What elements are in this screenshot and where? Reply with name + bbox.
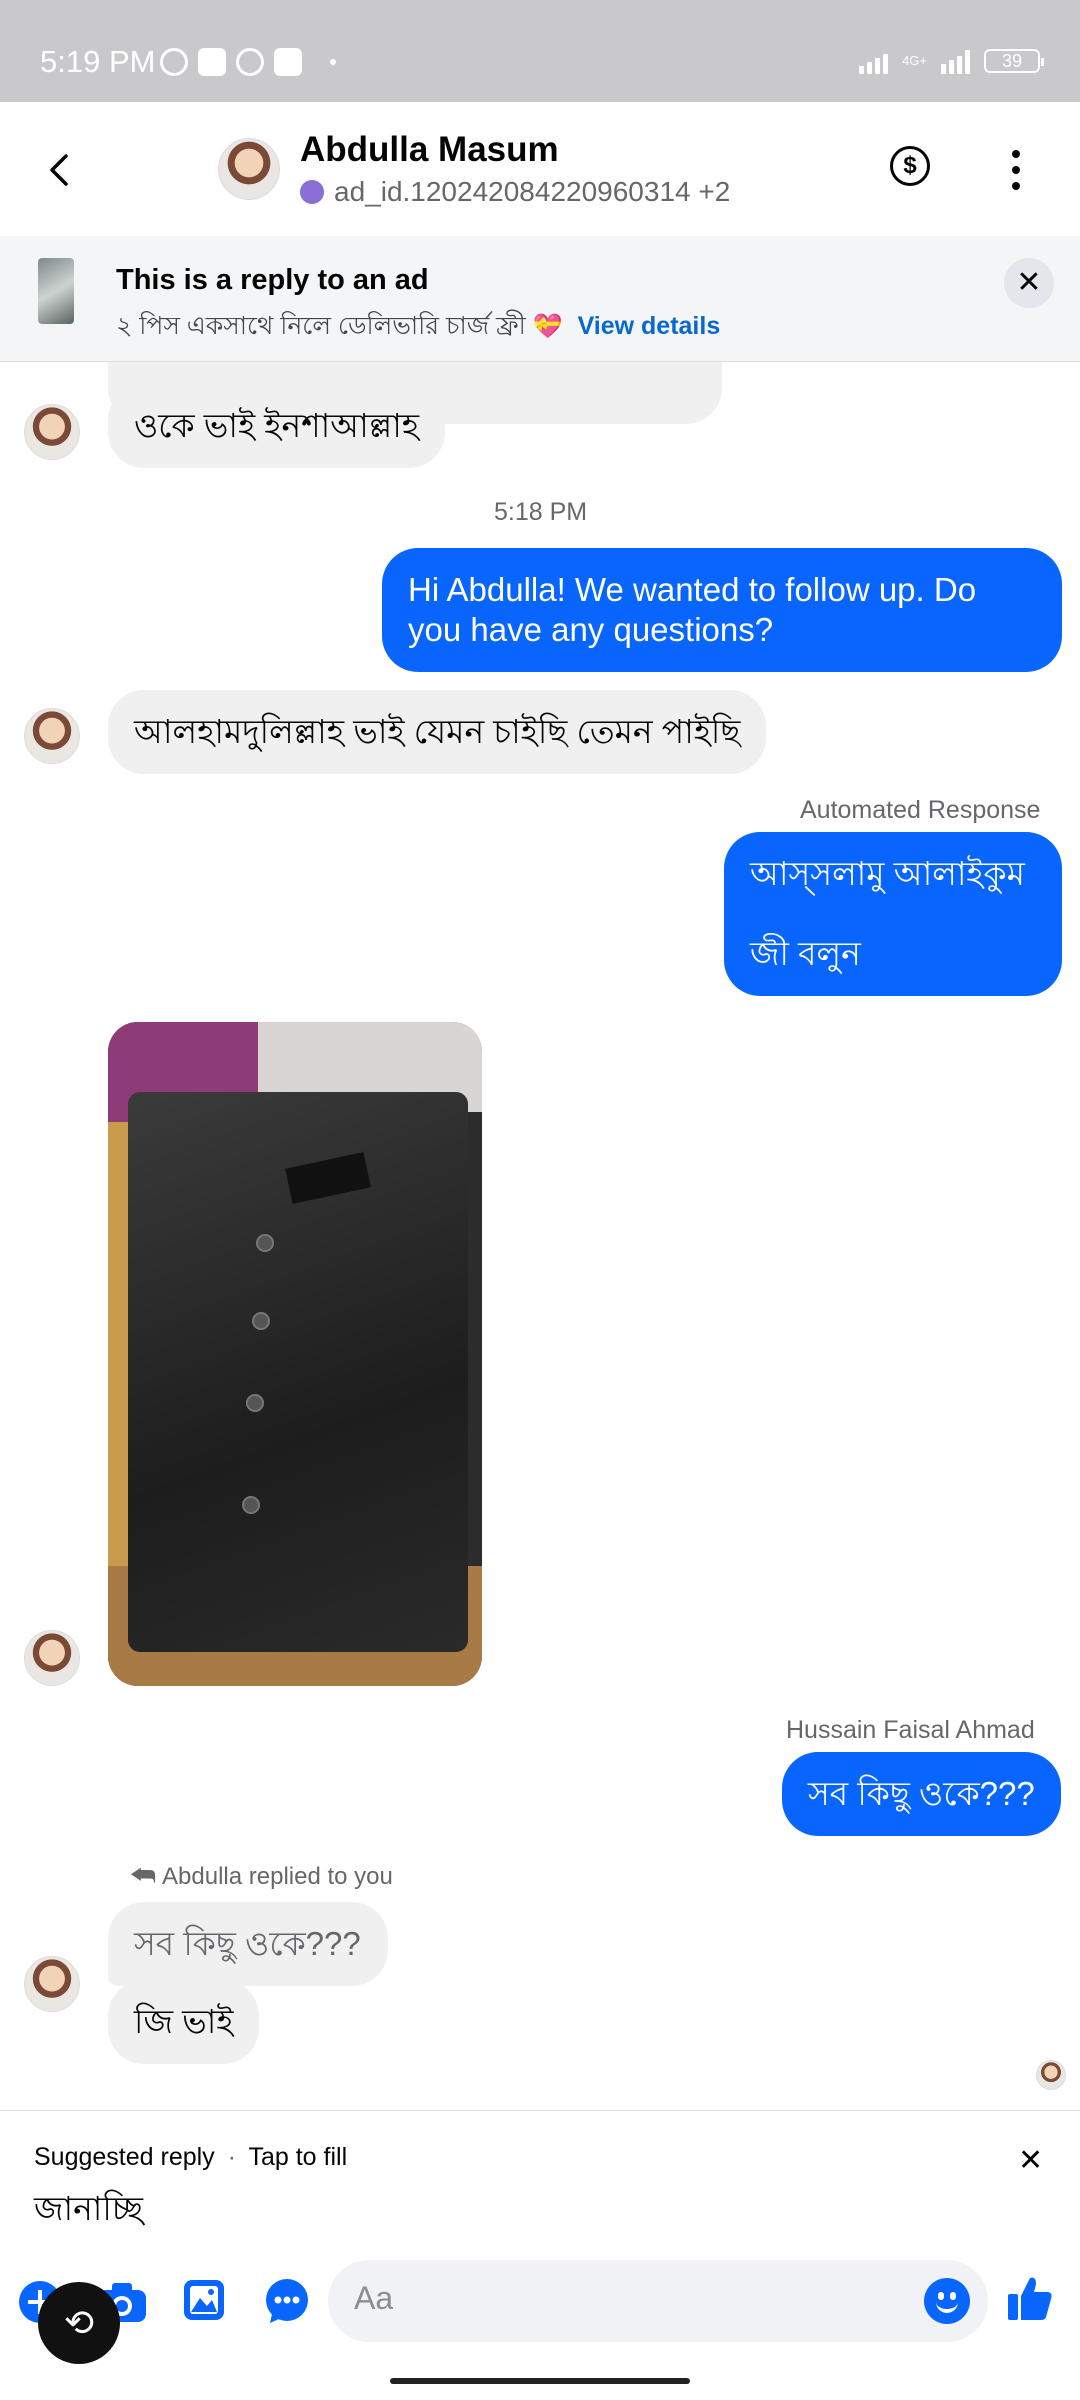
message-text: সব কিছু ওকে??? <box>808 1775 1035 1812</box>
reply-indicator: ⮪ Abdulla replied to you <box>130 1860 393 1893</box>
sender-avatar[interactable] <box>24 404 80 460</box>
reply-icon: ⮪ <box>130 1860 157 1891</box>
status-right: 4G+ 39 <box>859 48 1044 74</box>
rotate-screen-button[interactable]: ⟲ <box>38 2282 120 2364</box>
contact-subtitle: ad_id.120242084220960314 +2 <box>300 176 730 208</box>
sender-avatar[interactable] <box>24 708 80 764</box>
message-text: আস্সলামু আলাইকুম <box>750 855 1025 892</box>
emoji-icon[interactable] <box>924 2278 970 2324</box>
gallery-icon[interactable] <box>182 2278 226 2322</box>
close-banner-button[interactable]: ✕ <box>1004 258 1054 308</box>
message-text: ওকে ভাই ইনশাআল্লাহ <box>134 407 420 444</box>
back-icon[interactable] <box>40 150 80 190</box>
message-text: Hi Abdulla! We wanted to follow up. Do y… <box>408 571 977 648</box>
suggested-reply-panel[interactable]: Suggested reply · Tap to fill জানাচ্ছি ✕ <box>0 2110 1080 2240</box>
network-type: 4G+ <box>902 53 927 68</box>
message-text: জি ভাই <box>134 2003 234 2040</box>
message-bubble-incoming[interactable]: জি ভাই <box>108 1980 260 2064</box>
suggested-reply-text[interactable]: জানাচ্ছি <box>34 2183 143 2239</box>
more-notifications-dot <box>330 59 336 65</box>
heart-icon: 💝 <box>532 313 563 340</box>
ad-thumbnail[interactable] <box>38 258 74 324</box>
ad-banner-text: ২ পিস একসাথে নিলে ডেলিভারি চার্জ ফ্রী 💝 … <box>116 306 720 349</box>
ad-text: ২ পিস একসাথে নিলে ডেলিভারি চার্জ ফ্রী <box>116 312 526 340</box>
status-bar: 5:19 PM 4G+ 39 <box>0 0 1080 102</box>
more-icon[interactable] <box>1010 150 1022 190</box>
automated-response-label: Automated Response <box>800 796 1041 824</box>
suggested-reply-header: Suggested reply · Tap to fill <box>34 2143 348 2171</box>
app-notification-icon <box>236 48 264 76</box>
time-separator: 5:18 PM <box>494 498 588 526</box>
suggested-reply-label: Suggested reply <box>34 2143 215 2171</box>
chat-header: Abdulla Masum ad_id.120242084220960314 +… <box>0 102 1080 236</box>
photo-message[interactable] <box>108 1022 482 1686</box>
alarm-icon <box>160 48 188 76</box>
message-text: জী বলুন <box>750 935 861 972</box>
view-details-link[interactable]: View details <box>578 312 721 340</box>
message-input-container[interactable] <box>328 2260 988 2342</box>
chat-icon[interactable] <box>264 2278 310 2324</box>
quoted-text: সব কিছু ওকে??? <box>134 1925 361 1962</box>
ad-reply-banner: This is a reply to an ad ২ পিস একসাথে নি… <box>0 236 1080 362</box>
message-bubble-outgoing[interactable]: আস্সলামু আলাইকুম জী বলুন <box>724 832 1062 996</box>
close-icon[interactable]: ✕ <box>1018 2143 1043 2178</box>
message-input[interactable] <box>354 2280 894 2317</box>
contact-avatar[interactable] <box>218 138 280 200</box>
seen-indicator-avatar <box>1036 2060 1066 2090</box>
notification-icons <box>160 48 336 76</box>
ad-banner-title: This is a reply to an ad <box>116 264 429 296</box>
ad-id-text: ad_id.120242084220960314 +2 <box>334 176 731 207</box>
message-bubble-outgoing[interactable]: Hi Abdulla! We wanted to follow up. Do y… <box>382 548 1062 672</box>
contact-name[interactable]: Abdulla Masum <box>300 130 559 170</box>
message-bubble-incoming[interactable]: আলহামদুলিল্লাহ ভাই যেমন চাইছি তেমন পাইছি <box>108 690 767 774</box>
reply-note-text: Abdulla replied to you <box>162 1862 393 1890</box>
dollar-icon[interactable]: $ <box>890 146 930 186</box>
signal-icon-2 <box>941 48 970 74</box>
status-time: 5:19 PM <box>40 44 156 79</box>
signal-icon <box>859 48 889 74</box>
sender-name-label: Hussain Faisal Ahmad <box>786 1716 1035 1744</box>
battery-icon: 39 <box>984 49 1044 73</box>
quoted-message[interactable]: সব কিছু ওকে??? <box>108 1902 388 1986</box>
play-store-icon <box>274 48 302 76</box>
message-bubble-outgoing[interactable]: সব কিছু ওকে??? <box>782 1752 1061 1836</box>
sender-avatar[interactable] <box>24 1630 80 1686</box>
like-icon[interactable] <box>1006 2274 1054 2324</box>
message-composer <box>0 2240 1080 2400</box>
message-bubble-incoming[interactable]: ওকে ভাই ইনশাআল্লাহ <box>108 384 446 468</box>
tap-to-fill-hint: Tap to fill <box>248 2143 348 2171</box>
ad-source-icon <box>300 180 324 204</box>
home-indicator[interactable] <box>390 2378 690 2384</box>
message-text: আলহামদুলিল্লাহ ভাই যেমন চাইছি তেমন পাইছি <box>134 713 741 750</box>
messenger-notification-icon <box>198 48 226 76</box>
sender-avatar[interactable] <box>24 1956 80 2012</box>
